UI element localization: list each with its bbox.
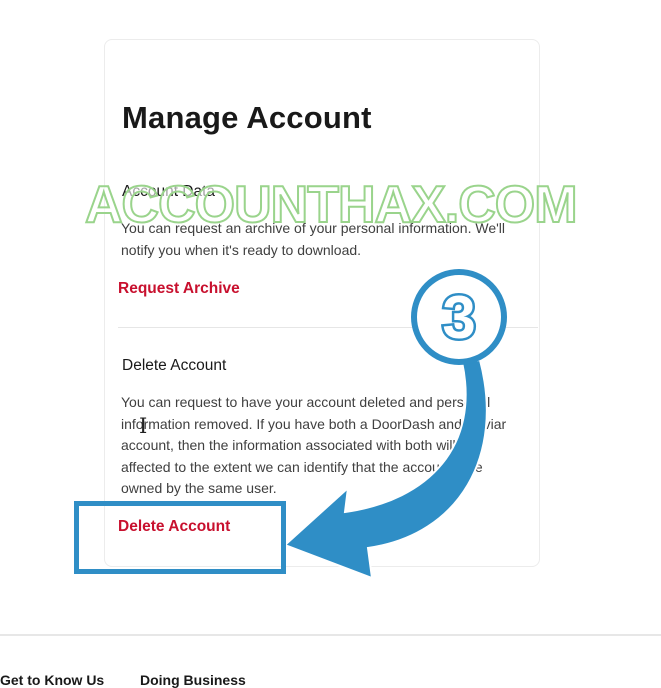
step-number: 3 [442,284,475,351]
delete-account-highlight-box [74,501,286,574]
tutorial-overlay: 3 [283,269,507,580]
curved-arrow-icon [283,358,488,580]
